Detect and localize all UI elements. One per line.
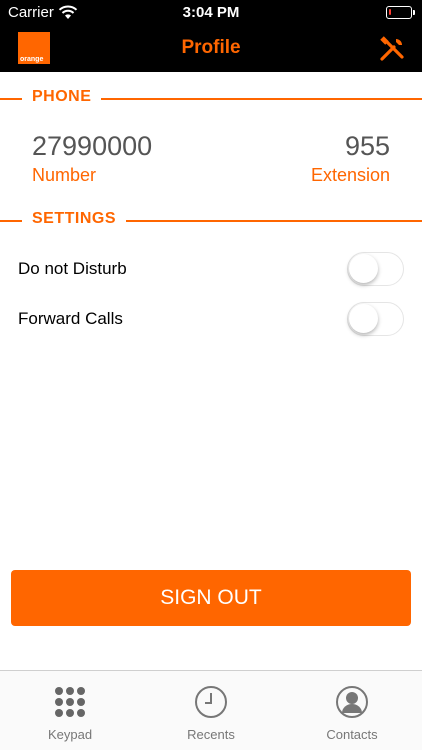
do-not-disturb-toggle[interactable]	[347, 252, 404, 286]
status-bar: Carrier 3:04 PM	[0, 0, 422, 26]
phone-number-value: 27990000	[32, 131, 153, 161]
sign-out-button[interactable]: SIGN OUT	[11, 570, 411, 626]
tab-keypad[interactable]: Keypad	[0, 671, 140, 750]
divider	[100, 98, 422, 100]
status-time: 3:04 PM	[182, 4, 240, 21]
tab-label: Contacts	[326, 727, 378, 742]
setting-row-forward-calls: Forward Calls	[0, 300, 422, 340]
divider	[0, 220, 22, 222]
page-title: Profile	[181, 37, 241, 58]
extension-label: Extension	[310, 165, 390, 185]
clock-icon	[195, 686, 227, 718]
forward-calls-toggle[interactable]	[347, 302, 404, 336]
battery-level	[389, 9, 391, 15]
setting-label: Do not Disturb	[18, 259, 127, 278]
extension-value: 955	[344, 131, 390, 161]
contact-icon	[336, 686, 368, 718]
tools-icon[interactable]	[378, 35, 406, 63]
divider	[0, 98, 22, 100]
phone-number-label: Number	[32, 165, 97, 185]
tab-recents[interactable]: Recents	[141, 671, 281, 750]
divider	[124, 220, 422, 222]
tab-label: Recents	[187, 727, 235, 742]
nav-bar: orange Profile	[0, 26, 422, 72]
tab-contacts[interactable]: Contacts	[282, 671, 422, 750]
profile-screen: Carrier 3:04 PM orange Profile PHONE 279…	[0, 0, 422, 750]
setting-row-do-not-disturb: Do not Disturb	[0, 250, 422, 290]
keypad-icon	[55, 687, 85, 717]
toggle-knob	[349, 254, 378, 283]
battery-icon	[386, 6, 415, 19]
setting-label: Forward Calls	[18, 309, 123, 328]
toggle-knob	[349, 304, 378, 333]
tab-bar: Keypad Recents Contacts	[0, 670, 422, 750]
settings-section-label: SETTINGS	[32, 210, 127, 228]
phone-section-header: PHONE	[0, 88, 422, 108]
tab-label: Keypad	[47, 727, 93, 742]
phone-section-label: PHONE	[32, 88, 102, 106]
settings-section-header: SETTINGS	[0, 210, 422, 230]
